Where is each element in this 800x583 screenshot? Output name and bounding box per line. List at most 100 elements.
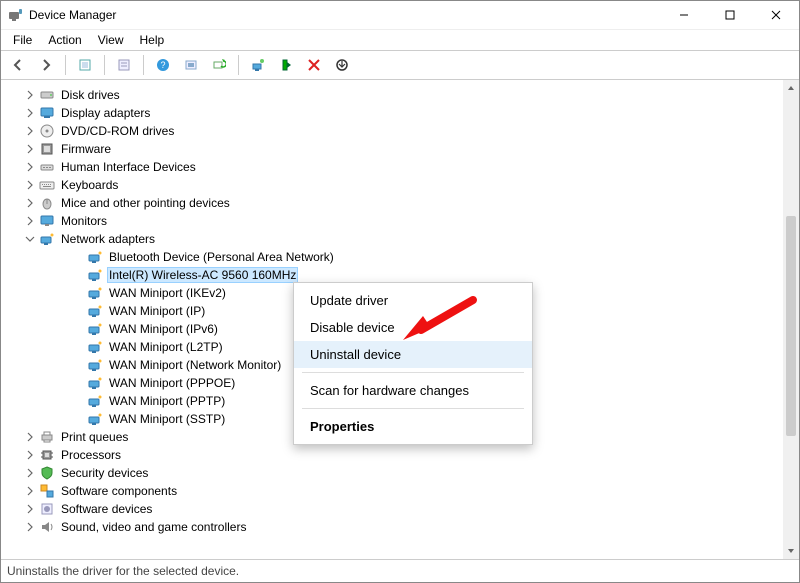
help-button[interactable]: ?: [150, 52, 176, 78]
chevron-icon[interactable]: [23, 126, 37, 136]
vertical-scrollbar[interactable]: [783, 80, 799, 559]
tree-item-label: Display adapters: [59, 106, 152, 120]
toolbar-separator: [238, 55, 239, 75]
menu-file[interactable]: File: [5, 31, 40, 49]
show-hidden-button[interactable]: [72, 52, 98, 78]
maximize-button[interactable]: [707, 1, 753, 29]
tree-item-label: Disk drives: [59, 88, 122, 102]
app-icon: [7, 7, 23, 23]
tree-item[interactable]: Display adapters: [7, 104, 783, 122]
action-center-button[interactable]: [178, 52, 204, 78]
tree-item-label: WAN Miniport (PPPOE): [107, 376, 237, 390]
chevron-icon[interactable]: [23, 108, 37, 118]
chevron-icon[interactable]: [23, 486, 37, 496]
back-button[interactable]: [5, 52, 31, 78]
tree-item-label: Sound, video and game controllers: [59, 520, 248, 534]
chevron-icon[interactable]: [23, 198, 37, 208]
forward-button[interactable]: [33, 52, 59, 78]
context-menu-item[interactable]: Update driver: [294, 287, 532, 314]
device-icon: [87, 321, 103, 337]
update-driver-button[interactable]: [245, 52, 271, 78]
tree-item-label: WAN Miniport (IKEv2): [107, 286, 228, 300]
status-text: Uninstalls the driver for the selected d…: [7, 564, 239, 578]
device-icon: [39, 231, 55, 247]
device-icon: [39, 483, 55, 499]
tree-item[interactable]: Disk drives: [7, 86, 783, 104]
device-icon: [39, 465, 55, 481]
tree-item[interactable]: Security devices: [7, 464, 783, 482]
chevron-icon[interactable]: [23, 468, 37, 478]
scroll-thumb[interactable]: [786, 216, 796, 436]
scan-hardware-button[interactable]: [206, 52, 232, 78]
chevron-icon[interactable]: [23, 90, 37, 100]
toolbar-separator: [65, 55, 66, 75]
tree-item-label: WAN Miniport (IPv6): [107, 322, 220, 336]
chevron-icon[interactable]: [23, 162, 37, 172]
tree-item[interactable]: Processors: [7, 446, 783, 464]
tree-item[interactable]: Keyboards: [7, 176, 783, 194]
chevron-icon[interactable]: [23, 144, 37, 154]
tree-item[interactable]: Human Interface Devices: [7, 158, 783, 176]
scroll-down-arrow[interactable]: [783, 543, 799, 559]
disable-device-button[interactable]: [273, 52, 299, 78]
chevron-icon[interactable]: [23, 522, 37, 532]
chevron-icon[interactable]: [23, 504, 37, 514]
device-icon: [87, 393, 103, 409]
device-icon: [87, 285, 103, 301]
properties-button[interactable]: [111, 52, 137, 78]
toolbar-separator: [143, 55, 144, 75]
tree-item-label: Software devices: [59, 502, 154, 516]
tree-item[interactable]: Sound, video and game controllers: [7, 518, 783, 536]
window-title: Device Manager: [29, 8, 116, 22]
context-menu-item[interactable]: Uninstall device: [294, 341, 532, 368]
device-icon: [39, 519, 55, 535]
context-menu-separator: [302, 408, 524, 409]
tree-item-label: WAN Miniport (L2TP): [107, 340, 225, 354]
device-icon: [87, 303, 103, 319]
tree-item-label: WAN Miniport (Network Monitor): [107, 358, 283, 372]
context-menu-item[interactable]: Properties: [294, 413, 532, 440]
chevron-icon[interactable]: [23, 234, 37, 244]
context-menu-item[interactable]: Disable device: [294, 314, 532, 341]
title-bar: Device Manager: [1, 1, 799, 29]
close-button[interactable]: [753, 1, 799, 29]
uninstall-device-button[interactable]: [301, 52, 327, 78]
enable-device-button[interactable]: [329, 52, 355, 78]
tree-item-label: Monitors: [59, 214, 109, 228]
tree-item-label: Human Interface Devices: [59, 160, 198, 174]
tree-item-label: WAN Miniport (IP): [107, 304, 207, 318]
device-icon: [39, 429, 55, 445]
menu-view[interactable]: View: [90, 31, 132, 49]
svg-text:?: ?: [160, 60, 165, 70]
menu-bar: File Action View Help: [1, 29, 799, 50]
context-menu-item[interactable]: Scan for hardware changes: [294, 377, 532, 404]
chevron-icon[interactable]: [23, 450, 37, 460]
tree-item[interactable]: Software components: [7, 482, 783, 500]
scroll-up-arrow[interactable]: [783, 80, 799, 96]
tree-item[interactable]: Mice and other pointing devices: [7, 194, 783, 212]
device-icon: [39, 213, 55, 229]
device-manager-window: Device Manager File Action View Help ? D…: [0, 0, 800, 583]
tree-item[interactable]: DVD/CD-ROM drives: [7, 122, 783, 140]
device-icon: [39, 123, 55, 139]
tree-item-label: Processors: [59, 448, 123, 462]
context-menu: Update driverDisable deviceUninstall dev…: [293, 282, 533, 445]
tree-item[interactable]: Firmware: [7, 140, 783, 158]
tree-item-label: Print queues: [59, 430, 130, 444]
device-icon: [39, 105, 55, 121]
status-bar: Uninstalls the driver for the selected d…: [1, 559, 799, 582]
tree-item[interactable]: Monitors: [7, 212, 783, 230]
menu-action[interactable]: Action: [40, 31, 89, 49]
tree-item-label: Bluetooth Device (Personal Area Network): [107, 250, 336, 264]
chevron-icon[interactable]: [23, 432, 37, 442]
tree-item-network-adapters[interactable]: Network adapters: [7, 230, 783, 248]
menu-help[interactable]: Help: [132, 31, 173, 49]
minimize-button[interactable]: [661, 1, 707, 29]
tree-item[interactable]: Software devices: [7, 500, 783, 518]
tree-item-label: Intel(R) Wireless-AC 9560 160MHz: [107, 267, 298, 283]
tree-item[interactable]: Bluetooth Device (Personal Area Network): [7, 248, 783, 266]
device-icon: [39, 159, 55, 175]
chevron-icon[interactable]: [23, 216, 37, 226]
device-icon: [39, 141, 55, 157]
chevron-icon[interactable]: [23, 180, 37, 190]
